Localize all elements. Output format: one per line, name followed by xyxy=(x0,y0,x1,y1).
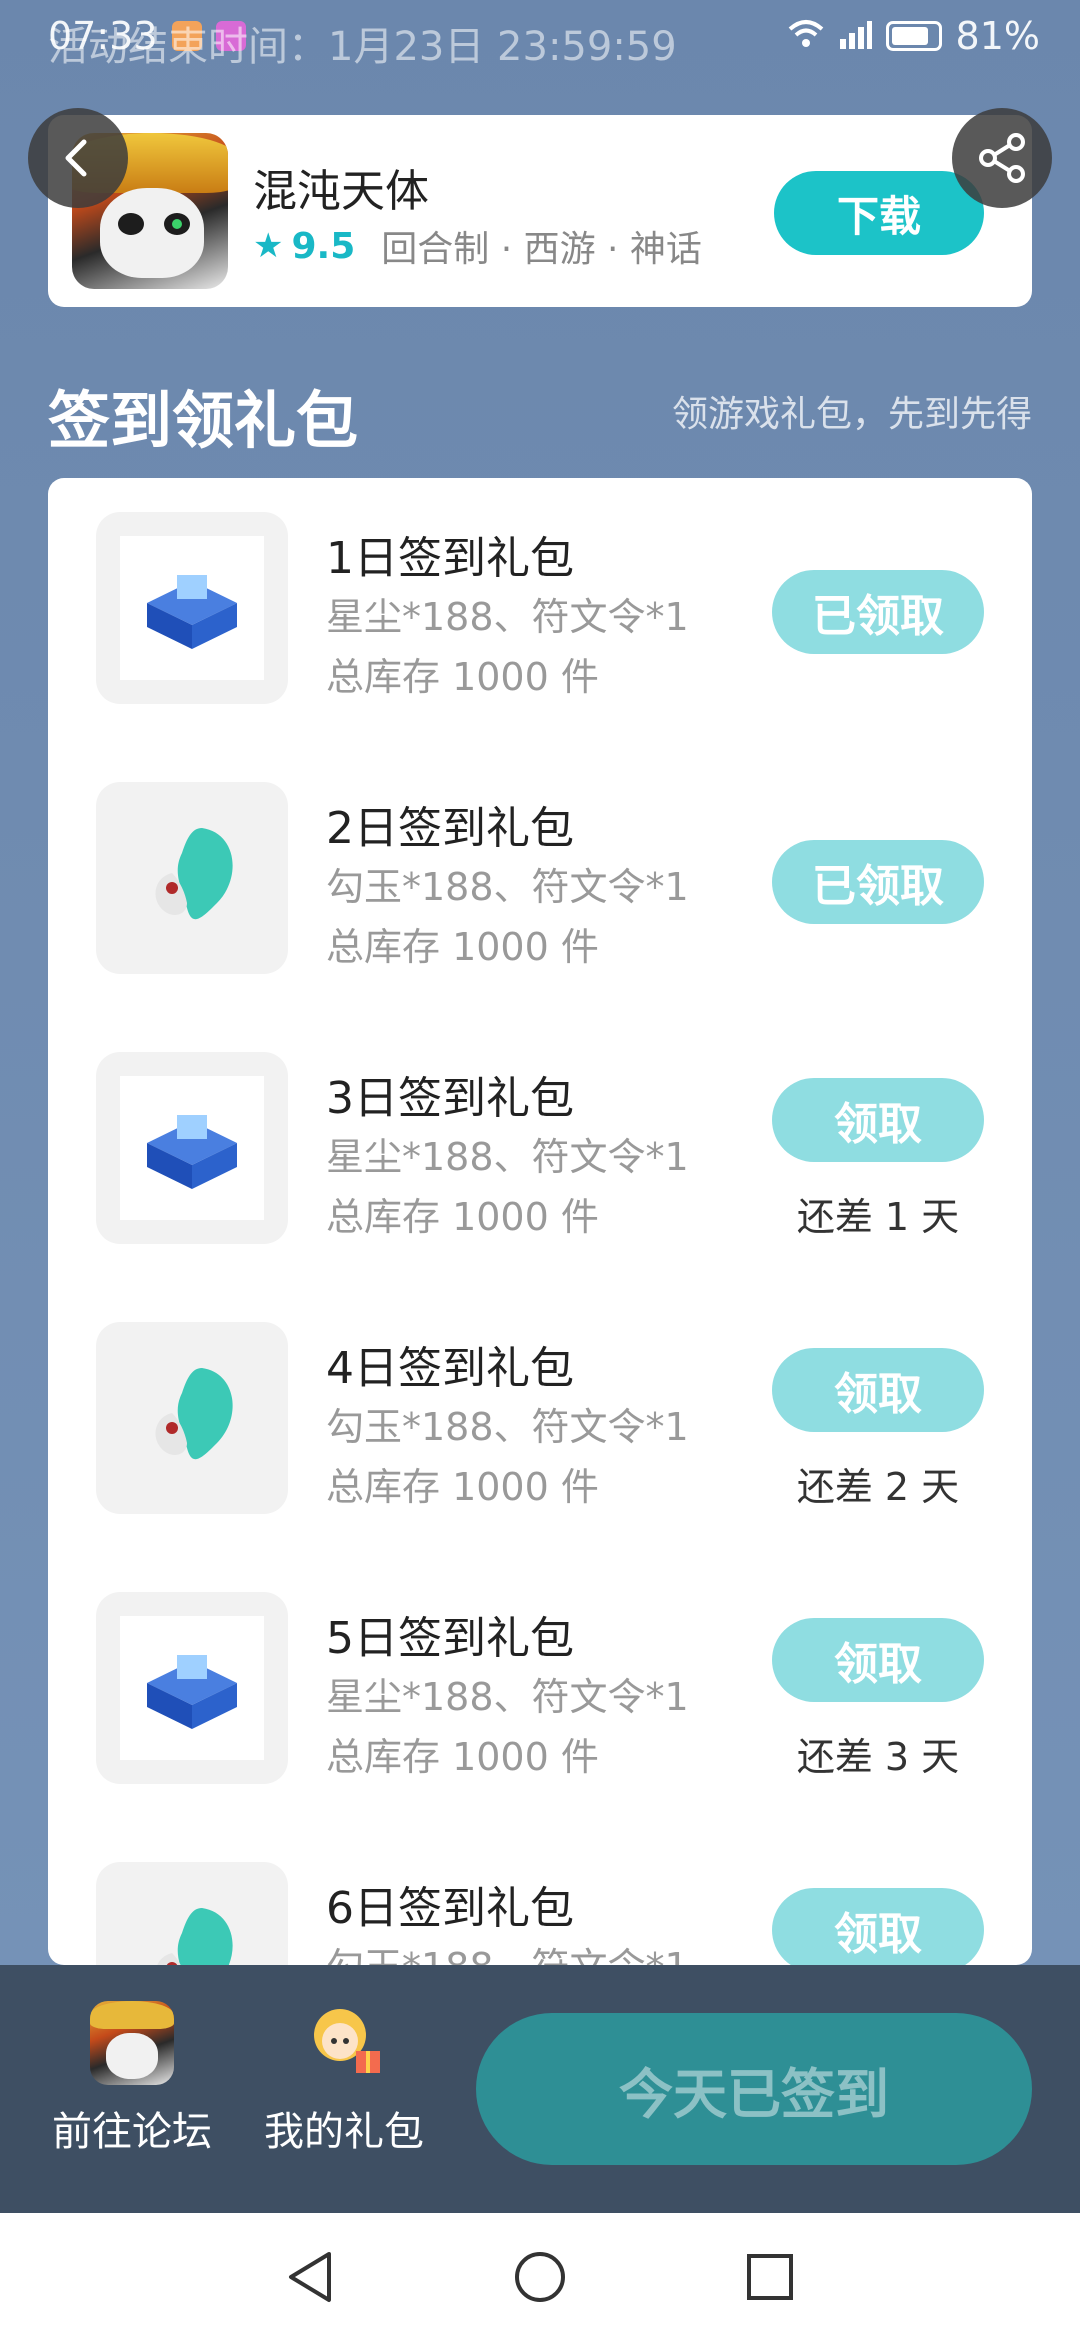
gift-name: 4日签到礼包 xyxy=(326,1343,574,1394)
wifi-icon xyxy=(788,14,824,58)
triangle-back-icon xyxy=(289,2252,331,2302)
gift-row: 4日签到礼包 勾玉*188、符文令*1 总库存 1000 件 领取 还差 2 天 xyxy=(48,1288,1032,1558)
days-remaining: 还差 3 天 xyxy=(796,1735,960,1779)
jade-magatama-icon xyxy=(155,1368,233,1460)
gift-items: 勾玉*188、符文令*1 xyxy=(326,1936,689,1965)
gift-stock: 总库存 1000 件 xyxy=(326,655,599,699)
download-button[interactable]: 下载 xyxy=(774,171,984,255)
bottom-action-bar: 前往论坛 我的礼包 今天已签到 xyxy=(0,1965,1080,2213)
share-icon xyxy=(979,133,1025,183)
gift-items: 星尘*188、符文令*1 xyxy=(326,595,689,639)
app-rating: 9.5 xyxy=(291,225,356,267)
gift-thumbnail xyxy=(96,1592,288,1784)
my-gifts-link[interactable]: 我的礼包 xyxy=(244,2001,444,2157)
system-nav-bar xyxy=(0,2213,1080,2340)
claimed-button[interactable]: 已领取 xyxy=(772,570,984,654)
claimed-button[interactable]: 已领取 xyxy=(772,840,984,924)
gift-stock: 总库存 1000 件 xyxy=(326,1195,599,1239)
gift-name: 3日签到礼包 xyxy=(326,1073,574,1124)
claim-button[interactable]: 领取 xyxy=(772,1078,984,1162)
app-meta: ★ 9.5 回合制 · 西游 · 神话 xyxy=(253,220,702,272)
circle-home-icon xyxy=(515,2252,565,2302)
status-right: 81% xyxy=(788,14,1040,58)
days-remaining: 还差 1 天 xyxy=(796,1195,960,1239)
app-tags: 回合制 · 西游 · 神话 xyxy=(381,229,702,270)
app-info-card: 混沌天体 ★ 9.5 回合制 · 西游 · 神话 下载 xyxy=(48,115,1032,307)
chevron-left-icon xyxy=(65,139,87,177)
nav-home-button[interactable] xyxy=(510,2247,570,2307)
blue-chest-icon xyxy=(147,1115,237,1189)
gift-thumbnail xyxy=(96,512,288,704)
gift-stock: 总库存 1000 件 xyxy=(326,1465,599,1509)
jade-magatama-icon xyxy=(155,828,233,920)
gift-items: 勾玉*188、符文令*1 xyxy=(326,1405,689,1449)
star-icon: ★ xyxy=(253,226,284,266)
jade-magatama-icon xyxy=(157,1908,233,1965)
app-title: 混沌天体 xyxy=(253,166,429,217)
claim-button[interactable]: 领取 xyxy=(772,1888,984,1965)
gift-thumbnail xyxy=(96,1862,288,1965)
blue-chest-icon xyxy=(147,1655,237,1729)
gift-items: 勾玉*188、符文令*1 xyxy=(326,865,689,909)
gift-row: 6日签到礼包 勾玉*188、符文令*1 领取 xyxy=(48,1828,1032,1965)
gift-name: 2日签到礼包 xyxy=(326,803,574,854)
event-time-overlay: 活动结束时间：1月23日 23:59:59 xyxy=(48,24,677,70)
signed-in-today-button[interactable]: 今天已签到 xyxy=(476,2013,1032,2165)
gift-name: 1日签到礼包 xyxy=(326,533,574,584)
gift-list: 1日签到礼包 星尘*188、符文令*1 总库存 1000 件 已领取 2日签到礼… xyxy=(48,478,1032,1965)
gift-items: 星尘*188、符文令*1 xyxy=(326,1135,689,1179)
blue-chest-icon xyxy=(147,575,237,649)
game-forum-icon xyxy=(90,2001,174,2085)
nav-recents-button[interactable] xyxy=(740,2247,800,2307)
gift-thumbnail xyxy=(96,1052,288,1244)
share-button[interactable] xyxy=(952,108,1052,208)
mascot-gift-icon xyxy=(302,2001,386,2085)
battery-icon xyxy=(885,21,942,51)
section-title: 签到领礼包 xyxy=(48,384,359,457)
status-bar: 07:33 活动结束时间：1月23日 23:59:59 81% xyxy=(0,0,1080,72)
gift-row: 2日签到礼包 勾玉*188、符文令*1 总库存 1000 件 已领取 xyxy=(48,748,1032,1018)
battery-percent: 81% xyxy=(955,14,1040,58)
forum-link[interactable]: 前往论坛 xyxy=(32,2001,232,2157)
claim-button[interactable]: 领取 xyxy=(772,1618,984,1702)
gift-thumbnail xyxy=(96,782,288,974)
signal-icon xyxy=(838,14,872,58)
gift-name: 5日签到礼包 xyxy=(326,1613,574,1664)
back-button[interactable] xyxy=(28,108,128,208)
square-recents-icon xyxy=(747,2254,793,2300)
gift-row: 3日签到礼包 星尘*188、符文令*1 总库存 1000 件 领取 还差 1 天 xyxy=(48,1018,1032,1288)
nav-back-button[interactable] xyxy=(280,2247,340,2307)
gift-row: 1日签到礼包 星尘*188、符文令*1 总库存 1000 件 已领取 xyxy=(48,478,1032,748)
gift-items: 星尘*188、符文令*1 xyxy=(326,1675,689,1719)
gift-row: 5日签到礼包 星尘*188、符文令*1 总库存 1000 件 领取 还差 3 天 xyxy=(48,1558,1032,1828)
gift-thumbnail xyxy=(96,1322,288,1514)
days-remaining: 还差 2 天 xyxy=(796,1465,960,1509)
my-gifts-label: 我的礼包 xyxy=(264,2109,424,2155)
section-subtitle: 领游戏礼包，先到先得 xyxy=(671,394,1032,435)
claim-button[interactable]: 领取 xyxy=(772,1348,984,1432)
gift-stock: 总库存 1000 件 xyxy=(326,925,599,969)
gift-stock: 总库存 1000 件 xyxy=(326,1735,599,1779)
gift-name: 6日签到礼包 xyxy=(326,1883,574,1934)
forum-label: 前往论坛 xyxy=(52,2109,212,2155)
